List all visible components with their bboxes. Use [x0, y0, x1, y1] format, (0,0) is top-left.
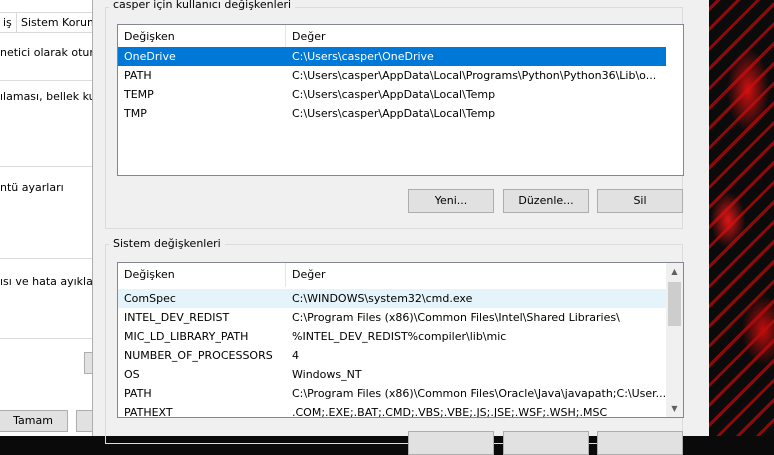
- var-name: OS: [124, 368, 140, 381]
- system-var-row[interactable]: MIC_LD_LIBRARY_PATH %INTEL_DEV_REDIST%co…: [118, 327, 666, 346]
- column-value[interactable]: Değer: [286, 263, 668, 287]
- scroll-up-icon[interactable]: ▲: [666, 263, 683, 280]
- user-delete-button[interactable]: Sil: [597, 189, 683, 213]
- list-header: Değişken Değer: [118, 25, 683, 49]
- var-name: TMP: [124, 107, 147, 120]
- var-name: INTEL_DEV_REDIST: [124, 311, 230, 324]
- user-var-row-tmp[interactable]: TMP C:\Users\casper\AppData\Local\Temp: [118, 104, 666, 123]
- var-value: C:\Users\casper\AppData\Local\Temp: [292, 107, 496, 120]
- desktop-wallpaper: [708, 0, 774, 436]
- user-edit-button[interactable]: Düzenle...: [503, 189, 589, 213]
- environment-variables-dialog: casper için kullanıcı değişkenleri Değiş…: [92, 0, 709, 455]
- scroll-down-icon[interactable]: ▼: [666, 400, 683, 417]
- ok-button[interactable]: Tamam: [0, 410, 68, 432]
- user-new-button[interactable]: Yeni...: [408, 189, 494, 213]
- column-value[interactable]: Değer: [286, 25, 683, 49]
- var-value: Windows_NT: [292, 368, 362, 381]
- system-variables-title: Sistem değişkenleri: [109, 237, 225, 250]
- user-variables-title: casper için kullanıcı değişkenleri: [109, 0, 296, 11]
- system-delete-button[interactable]: [597, 431, 683, 455]
- user-var-row-onedrive[interactable]: OneDrive C:\Users\casper\OneDrive: [118, 47, 666, 66]
- var-value: .COM;.EXE;.BAT;.CMD;.VBS;.VBE;.JS;.JSE;.…: [292, 406, 608, 418]
- system-var-row[interactable]: INTEL_DEV_REDIST C:\Program Files (x86)\…: [118, 308, 666, 327]
- var-name: PATH: [124, 387, 152, 400]
- column-variable[interactable]: Değişken: [118, 263, 286, 287]
- user-var-row-temp[interactable]: TEMP C:\Users\casper\AppData\Local\Temp: [118, 85, 666, 104]
- var-value: %INTEL_DEV_REDIST%compiler\lib\mic: [292, 330, 507, 343]
- var-name: MIC_LD_LIBRARY_PATH: [124, 330, 249, 343]
- var-value: C:\Users\casper\AppData\Local\Temp: [292, 88, 496, 101]
- tab-system-protection[interactable]: Sistem Koruma: [16, 12, 98, 33]
- column-variable[interactable]: Değişken: [118, 25, 286, 49]
- var-name: TEMP: [124, 88, 154, 101]
- system-var-row[interactable]: NUMBER_OF_PROCESSORS 4: [118, 346, 666, 365]
- system-var-row[interactable]: OS Windows_NT: [118, 365, 666, 384]
- user-variables-list[interactable]: Değişken Değer OneDrive C:\Users\casper\…: [117, 24, 684, 176]
- system-var-row[interactable]: PATH C:\Program Files (x86)\Common Files…: [118, 384, 666, 403]
- system-var-row[interactable]: PATHEXT .COM;.EXE;.BAT;.CMD;.VBS;.VBE;.J…: [118, 403, 666, 418]
- var-name: OneDrive: [124, 50, 176, 63]
- system-new-button[interactable]: [408, 431, 494, 455]
- tab-strip: iş Sistem Koruma: [0, 12, 98, 33]
- var-value: C:\Program Files (x86)\Common Files\Inte…: [292, 311, 620, 324]
- var-value: C:\Users\casper\AppData\Local\Programs\P…: [292, 69, 657, 82]
- system-variables-list[interactable]: Değişken Değer ComSpec C:\WINDOWS\system…: [117, 262, 684, 418]
- var-name: PATHEXT: [124, 406, 173, 418]
- user-var-row-path[interactable]: PATH C:\Users\casper\AppData\Local\Progr…: [118, 66, 666, 85]
- var-name: PATH: [124, 69, 152, 82]
- var-value: C:\Users\casper\OneDrive: [292, 50, 434, 63]
- system-properties-window: iş Sistem Koruma netici olarak oturum a …: [0, 0, 122, 436]
- list-header: Değişken Değer: [118, 263, 666, 287]
- var-name: NUMBER_OF_PROCESSORS: [124, 349, 273, 362]
- system-edit-button[interactable]: [503, 431, 589, 455]
- user-profiles-text: ntü ayarları: [0, 181, 64, 194]
- var-name: ComSpec: [124, 292, 176, 305]
- var-value: 4: [292, 349, 299, 362]
- system-var-row[interactable]: ComSpec C:\WINDOWS\system32\cmd.exe: [118, 289, 666, 308]
- vertical-scrollbar[interactable]: ▲ ▼: [666, 263, 683, 417]
- scroll-thumb[interactable]: [668, 282, 681, 326]
- var-value: C:\WINDOWS\system32\cmd.exe: [292, 292, 473, 305]
- var-value: C:\Program Files (x86)\Common Files\Orac…: [292, 387, 667, 400]
